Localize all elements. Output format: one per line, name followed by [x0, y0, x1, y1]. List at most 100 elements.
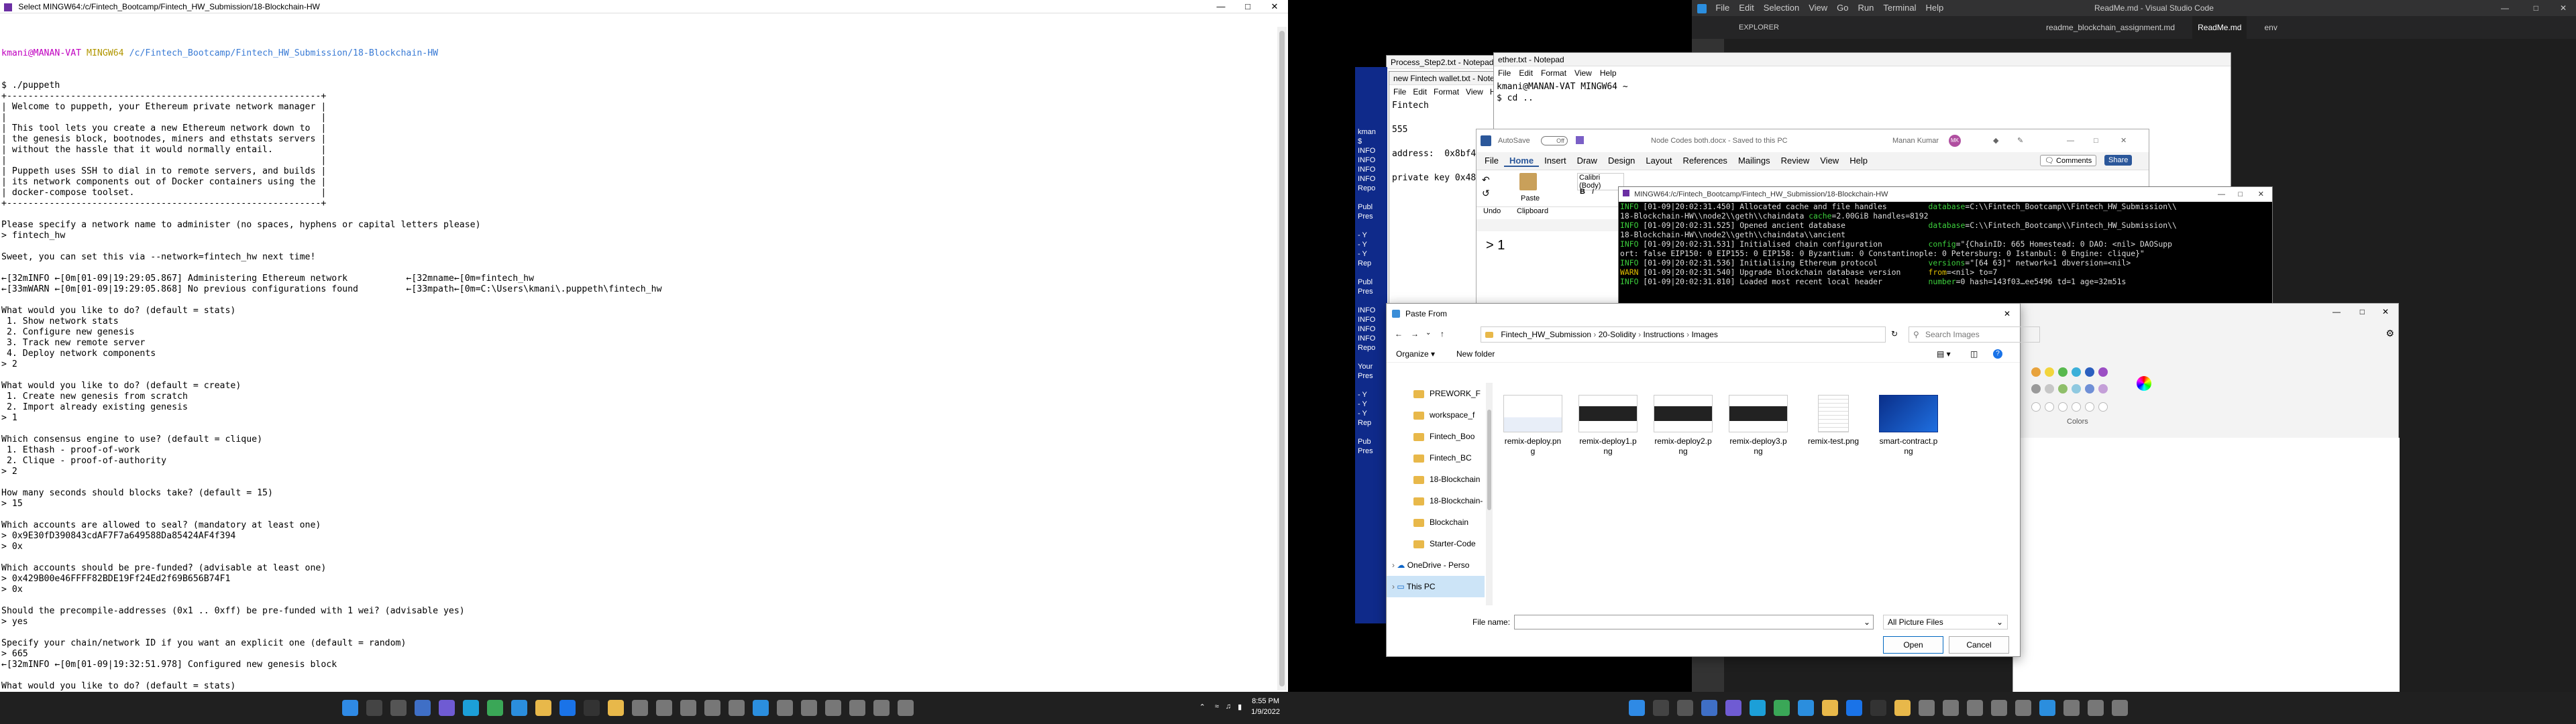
wifi-icon[interactable]: ≈ — [1215, 703, 1219, 711]
app-icon[interactable] — [2112, 700, 2128, 716]
app-icon[interactable] — [1991, 700, 2007, 716]
ribbon-tab-insert[interactable]: Insert — [1539, 156, 1572, 167]
scrollbar-thumb[interactable] — [1487, 410, 1491, 510]
menu-item-edit[interactable]: Edit — [1739, 0, 1754, 16]
minimize-icon[interactable]: — — [2501, 0, 2509, 16]
tree-item[interactable]: 18-Blockchain — [1387, 469, 1485, 490]
minimize-icon[interactable]: — — [1208, 0, 1234, 13]
avatar[interactable]: MK — [1949, 135, 1961, 147]
file-thumbnail[interactable]: remix-deploy2.png — [1650, 395, 1717, 457]
undo-icon[interactable]: ↶ — [1482, 174, 1490, 186]
widgets-icon[interactable] — [415, 700, 431, 716]
up-icon[interactable]: ↑ — [1440, 329, 1444, 339]
chat-icon[interactable] — [1725, 700, 1741, 716]
folder-icon[interactable] — [608, 700, 624, 716]
breadcrumb-item[interactable]: Images — [1691, 330, 1717, 339]
file-thumbnail[interactable]: smart-contract.png — [1875, 395, 1942, 457]
app-icon[interactable] — [849, 700, 865, 716]
search-box[interactable]: ⚲ Search Images — [1909, 326, 2040, 343]
app-icon[interactable] — [801, 700, 817, 716]
vscode-icon[interactable] — [1798, 700, 1814, 716]
close-icon[interactable]: ✕ — [2121, 129, 2127, 152]
empty-swatch[interactable] — [2098, 402, 2108, 412]
tree-item[interactable]: 18-Blockchain- — [1387, 490, 1485, 511]
app-icon[interactable] — [729, 700, 745, 716]
color-swatch[interactable] — [2098, 367, 2108, 377]
mail-icon[interactable] — [1846, 700, 1862, 716]
color-swatch[interactable] — [2058, 367, 2068, 377]
chat-icon[interactable] — [439, 700, 455, 716]
mail-icon[interactable] — [559, 700, 576, 716]
share-button[interactable]: Share — [2104, 155, 2133, 166]
folder-icon[interactable] — [1894, 700, 1911, 716]
app-icon[interactable] — [2088, 700, 2104, 716]
maximize-icon[interactable]: □ — [2534, 0, 2538, 16]
widgets-icon[interactable] — [1701, 700, 1717, 716]
breadcrumb-item[interactable]: 20-Solidity — [1599, 330, 1636, 339]
close-icon[interactable]: ✕ — [2258, 187, 2264, 202]
redo-icon[interactable]: ↺ — [1482, 188, 1490, 199]
app-icon[interactable] — [873, 700, 890, 716]
color-swatch[interactable] — [2085, 367, 2094, 377]
tree-item[interactable]: › ☁ OneDrive - Perso — [1387, 554, 1485, 576]
menu-item-selection[interactable]: Selection — [1764, 0, 1799, 16]
view-options-icon[interactable]: ▤ ▾ — [1937, 345, 1951, 363]
close-icon[interactable]: ✕ — [2560, 0, 2567, 16]
system-tray[interactable]: ⌃ ≈ ♫ ▮ 8:55 PM 1/9/2022 — [1199, 696, 1280, 717]
app-icon[interactable] — [1943, 700, 1959, 716]
volume-icon[interactable]: ♫ — [1226, 703, 1231, 711]
empty-swatch[interactable] — [2085, 402, 2094, 412]
file-name-input[interactable]: ⌄ — [1514, 615, 1874, 629]
breadcrumb-item[interactable]: Instructions — [1643, 330, 1684, 339]
comments-button[interactable]: 🗨 Comments — [2040, 155, 2097, 166]
vscode-icon[interactable] — [2039, 700, 2055, 716]
mingw-title-bar[interactable]: Select MINGW64:/c/Fintech_Bootcamp/Finte… — [0, 0, 1288, 13]
refresh-icon[interactable]: ↻ — [1891, 329, 1898, 339]
forward-icon[interactable]: → — [1411, 329, 1419, 339]
search-icon[interactable] — [366, 700, 382, 716]
breadcrumb-item[interactable]: Fintech_HW_Submission — [1501, 330, 1591, 339]
help-icon[interactable]: ? — [1993, 349, 2002, 359]
geth-terminal-window[interactable]: MINGW64:/c/Fintech_Bootcamp/Fintech_HW_S… — [1618, 186, 2273, 304]
maximize-icon[interactable]: □ — [2360, 304, 2365, 320]
menu-item-view[interactable]: View — [1809, 0, 1827, 16]
color-swatch[interactable] — [2072, 367, 2081, 377]
maximize-icon[interactable]: □ — [2094, 129, 2098, 152]
menu-item-view[interactable]: View — [1574, 68, 1592, 78]
menu-item-help[interactable]: Help — [1925, 0, 1943, 16]
color-swatch[interactable] — [2031, 367, 2041, 377]
app-icon[interactable] — [777, 700, 793, 716]
maximize-icon[interactable]: □ — [2238, 187, 2243, 202]
search-icon[interactable] — [1653, 700, 1669, 716]
app-icon[interactable] — [2063, 700, 2080, 716]
cancel-button[interactable]: Cancel — [1949, 636, 2009, 654]
tree-item[interactable]: Fintech_Boo — [1387, 426, 1485, 447]
app-icon[interactable] — [704, 700, 720, 716]
menu-item-edit[interactable]: Edit — [1519, 68, 1533, 78]
edge-icon[interactable] — [463, 700, 479, 716]
tree-item[interactable]: workspace_f — [1387, 404, 1485, 426]
tree-scrollbar[interactable] — [1486, 383, 1493, 605]
empty-swatch[interactable] — [2072, 402, 2081, 412]
close-icon[interactable]: ✕ — [2004, 304, 2010, 324]
paste-icon[interactable] — [1519, 173, 1537, 190]
menu-item-terminal[interactable]: Terminal — [1883, 0, 1916, 16]
app-icon[interactable] — [825, 700, 841, 716]
menu-item-help[interactable]: Help — [1600, 68, 1617, 78]
tree-item[interactable]: PREWORK_F — [1387, 383, 1485, 404]
vscode-icon[interactable] — [511, 700, 527, 716]
settings-icon[interactable]: ⚙ — [2385, 328, 2394, 339]
chevron-down-icon[interactable]: ⌄ — [1426, 329, 1431, 337]
windows-icon[interactable] — [1629, 700, 1645, 716]
app-icon[interactable] — [1919, 700, 1935, 716]
edge-icon[interactable] — [1750, 700, 1766, 716]
minimize-icon[interactable]: — — [2218, 187, 2225, 202]
empty-swatch[interactable] — [2045, 402, 2054, 412]
back-icon[interactable]: ← — [1395, 329, 1403, 339]
pen-icon[interactable]: ✎ — [2017, 129, 2023, 152]
paste-from-dialog[interactable]: Paste From ✕ ← → ⌄ ↑ Fintech_HW_Submissi… — [1386, 303, 2040, 657]
color-swatch[interactable] — [2072, 384, 2081, 394]
tree-item[interactable]: Starter-Code — [1387, 533, 1485, 554]
chevron-up-icon[interactable]: ⌃ — [1199, 703, 1205, 711]
file-type-select[interactable]: All Picture Files ⌄ — [1883, 615, 2008, 629]
